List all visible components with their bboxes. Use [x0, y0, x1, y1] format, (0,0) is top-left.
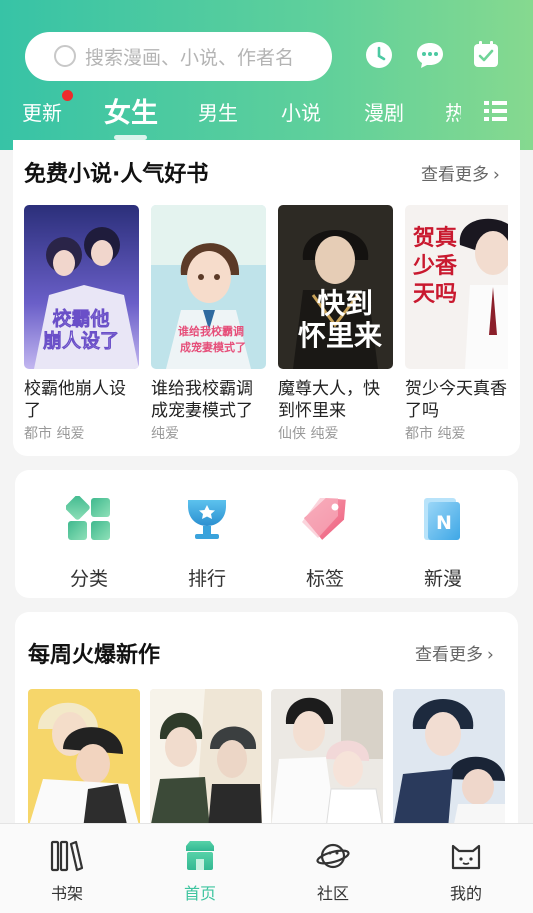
book-card[interactable]: 贺真 少香 天吗 贺少今天真香了吗 都市 纯爱 [405, 205, 508, 443]
section-title: 免费小说·人气好书 [24, 162, 209, 187]
svg-text:N: N [436, 512, 452, 534]
feature-category[interactable]: 分类 [44, 495, 134, 591]
nav-community[interactable]: 社区 [293, 840, 373, 904]
planet-icon [316, 843, 350, 869]
svg-text:校霸他: 校霸他 [52, 307, 109, 330]
book-tags: 都市 纯爱 [24, 426, 85, 442]
comic-cover[interactable] [271, 689, 383, 829]
feature-tags[interactable]: 标签 [280, 496, 370, 591]
book-cover: 校霸他 崩人设了 [24, 205, 139, 369]
feature-label: 新漫 [423, 568, 462, 590]
nav-profile[interactable]: 我的 [426, 840, 506, 904]
svg-text:成宠妻模式了: 成宠妻模式了 [180, 340, 246, 354]
tab-novel[interactable]: 小说 [281, 97, 321, 126]
search-placeholder: 搜索漫画、小说、作者名 [85, 47, 295, 69]
svg-text:怀里来: 怀里来 [298, 319, 382, 352]
book-card[interactable]: 校霸他 崩人设了 校霸他崩人设了 都市 纯爱 [24, 205, 139, 443]
nav-bookshelf[interactable]: 书架 [27, 840, 107, 904]
tab-female[interactable]: 女生 [104, 91, 158, 130]
book-tags: 都市 纯爱 [405, 426, 466, 442]
comic-cover[interactable] [150, 689, 262, 829]
feature-label: 分类 [69, 568, 108, 590]
menu-grid-icon[interactable] [484, 100, 507, 122]
chevron-right-icon: › [493, 165, 500, 185]
top-header: 搜索漫画、小说、作者名 更新 女生 男生 小说 漫剧 热 [0, 0, 533, 150]
category-tabs: 更新 女生 男生 小说 漫剧 热 [0, 90, 533, 140]
nav-label: 我的 [449, 884, 482, 903]
feature-ranking[interactable]: 排行 [162, 496, 252, 591]
search-icon [54, 45, 76, 67]
feature-new-comic[interactable]: N 新漫 [398, 496, 488, 591]
svg-text:贺真: 贺真 [413, 225, 457, 251]
book-tags: 纯爱 [151, 426, 179, 442]
search-bar[interactable]: 搜索漫画、小说、作者名 [25, 32, 332, 81]
view-more-link[interactable]: 查看更多 › [415, 640, 494, 665]
category-icon [65, 495, 110, 540]
book-cover: 谁给我校霸调 成宠妻模式了 [151, 205, 266, 369]
chevron-right-icon: › [487, 645, 494, 665]
tab-short-drama[interactable]: 漫剧 [364, 97, 404, 126]
weekly-hot-section: 每周火爆新作 查看更多 › [15, 612, 518, 842]
svg-text:谁给我校霸调: 谁给我校霸调 [178, 324, 244, 338]
svg-text:崩人设了: 崩人设了 [43, 329, 119, 352]
tab-male[interactable]: 男生 [198, 97, 238, 126]
comic-cover[interactable] [28, 689, 140, 829]
comic-cover[interactable] [393, 689, 505, 829]
nav-label: 首页 [183, 884, 216, 903]
book-title: 贺少今天真香了吗 [405, 379, 507, 421]
feature-entries: 分类 排行 标签 N 新漫 [15, 470, 518, 598]
bottom-nav: 书架 首页 社区 我的 [0, 823, 533, 913]
bookshelf-icon [50, 840, 84, 872]
svg-text:少香: 少香 [412, 254, 457, 279]
view-more-link[interactable]: 查看更多 › [421, 160, 500, 185]
nav-label: 书架 [50, 884, 83, 903]
tag-icon [302, 497, 346, 540]
feature-label: 标签 [305, 568, 344, 590]
book-cover: 贺真 少香 天吗 [405, 205, 508, 369]
home-icon [186, 841, 214, 870]
svg-text:天吗: 天吗 [413, 282, 457, 307]
clock-icon[interactable] [365, 41, 393, 69]
tab-hot[interactable]: 热 [445, 97, 461, 126]
tab-update[interactable]: 更新 [22, 97, 62, 126]
feature-label: 排行 [187, 568, 226, 590]
new-comic-icon: N [424, 498, 460, 540]
book-card[interactable]: 快到 怀里来 魔尊大人，快到怀里来 仙侠 纯爱 [278, 205, 393, 443]
section-title: 每周火爆新作 [28, 643, 161, 668]
book-card[interactable]: 谁给我校霸调 成宠妻模式了 谁给我校霸调成宠妻模式了 纯爱 [151, 205, 266, 443]
trophy-icon [188, 500, 226, 539]
nav-label: 社区 [316, 884, 349, 903]
cat-profile-icon [451, 844, 481, 870]
nav-home[interactable]: 首页 [160, 840, 240, 904]
update-red-dot [62, 90, 73, 101]
checkin-icon[interactable] [472, 41, 500, 69]
book-title: 校霸他崩人设了 [24, 379, 126, 421]
book-title: 魔尊大人，快到怀里来 [278, 379, 380, 421]
book-cover: 快到 怀里来 [278, 205, 393, 369]
book-tags: 仙侠 纯爱 [278, 426, 339, 442]
book-title: 谁给我校霸调成宠妻模式了 [151, 379, 253, 421]
chat-bubble-icon[interactable] [415, 41, 445, 69]
svg-text:快到: 快到 [317, 287, 373, 320]
free-novels-section: 免费小说·人气好书 查看更多› 校霸他 崩人设了 校霸他崩人设了 都市 纯爱 [13, 140, 520, 456]
